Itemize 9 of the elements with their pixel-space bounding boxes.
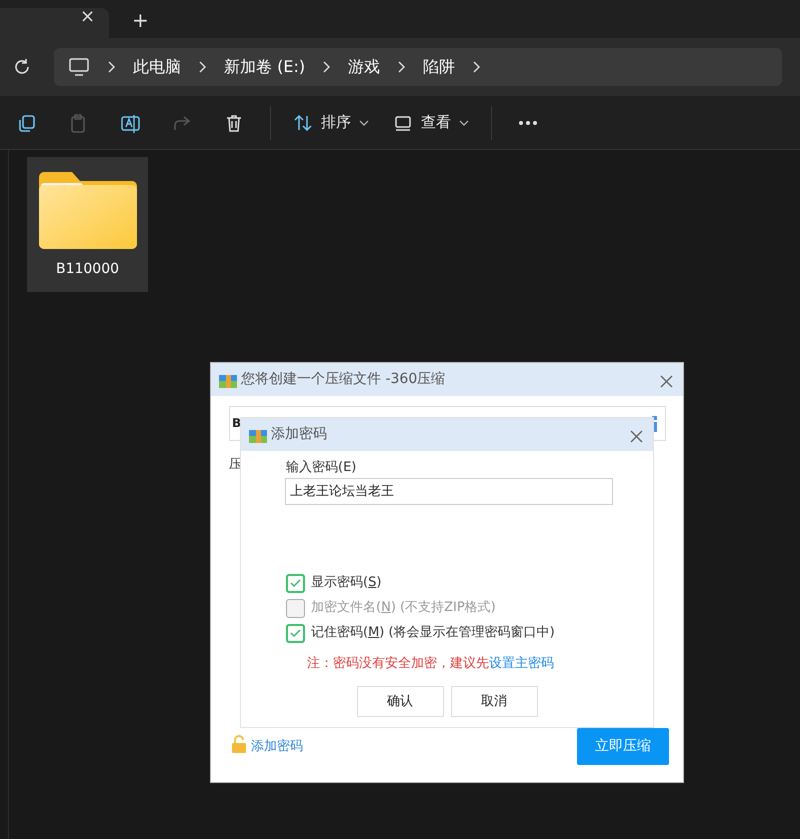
checkbox-label: 加密文件名(N) (不支持ZIP格式) <box>311 599 496 618</box>
checkbox-label: 显示密码(S) <box>311 574 382 592</box>
dialog-title: 您将创建一个压缩文件 -360压缩 <box>241 370 446 389</box>
password-label: 输入密码(E) <box>286 459 358 477</box>
folder-name: B110000 <box>56 260 120 279</box>
warning-note: 注：密码没有安全加密，建议先设置主密码 <box>307 654 555 672</box>
field-text: B <box>232 416 242 430</box>
checkbox-label: 记住密码(M) (将会显示在管理密码窗口中) <box>311 624 555 642</box>
dialog-title: 添加密码 <box>271 425 327 444</box>
